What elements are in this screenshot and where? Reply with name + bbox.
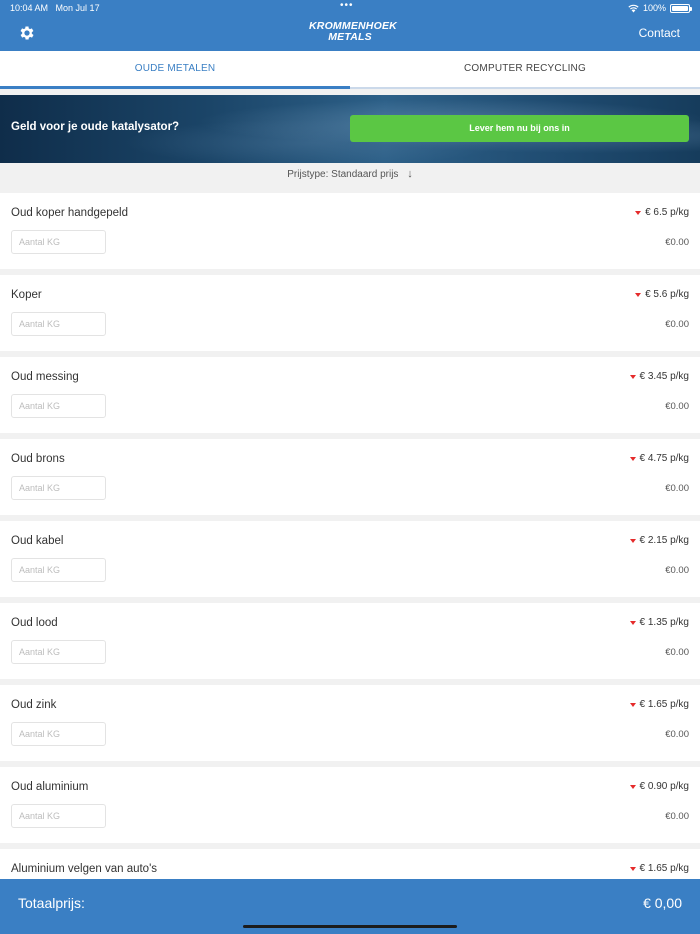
deliver-catalyst-button[interactable]: Lever hem nu bij ons in bbox=[350, 115, 689, 142]
weight-kg-input[interactable] bbox=[11, 722, 106, 746]
status-right: 100% bbox=[628, 3, 692, 13]
tab-computer-recycling[interactable]: COMPUTER RECYCLING bbox=[350, 51, 700, 89]
price-down-icon bbox=[629, 374, 636, 379]
catalyst-banner: Geld voor je oude katalysator? Lever hem… bbox=[0, 95, 700, 163]
item-price-value: € 0.90 p/kg bbox=[639, 781, 689, 792]
arrow-down-icon: ↓ bbox=[407, 168, 413, 180]
price-down-icon bbox=[629, 538, 636, 543]
weight-kg-input[interactable] bbox=[11, 804, 106, 828]
item-price: € 4.75 p/kg bbox=[629, 453, 689, 464]
battery-icon bbox=[670, 3, 692, 13]
list-item: Oud lood € 1.35 p/kg €0.00 bbox=[0, 603, 700, 679]
item-price: € 1.65 p/kg bbox=[629, 863, 689, 874]
price-down-icon bbox=[635, 210, 642, 215]
item-price: € 2.15 p/kg bbox=[629, 535, 689, 546]
item-total: €0.00 bbox=[665, 811, 689, 822]
item-price: € 5.6 p/kg bbox=[635, 289, 689, 300]
list-item: Oud brons € 4.75 p/kg €0.00 bbox=[0, 439, 700, 515]
item-price-value: € 5.6 p/kg bbox=[645, 289, 689, 300]
item-name: Koper bbox=[11, 289, 42, 301]
segment-tabs: OUDE METALEN COMPUTER RECYCLING bbox=[0, 51, 700, 89]
contact-button[interactable]: Contact bbox=[639, 26, 680, 40]
brand-logo: KROMMENHOEK METALS bbox=[309, 20, 397, 45]
item-name: Aluminium velgen van auto's bbox=[11, 863, 158, 875]
item-name: Oud aluminium bbox=[11, 781, 89, 793]
item-price: € 1.65 p/kg bbox=[629, 699, 689, 710]
total-value: € 0,00 bbox=[643, 895, 682, 911]
item-price: € 3.45 p/kg bbox=[629, 371, 689, 382]
item-name: Oud kabel bbox=[11, 535, 64, 547]
item-price: € 1.35 p/kg bbox=[629, 617, 689, 628]
multitask-dots[interactable]: ••• bbox=[340, 0, 354, 11]
status-time: 10:04 AM Mon Jul 17 bbox=[10, 3, 100, 13]
total-label: Totaalprijs: bbox=[18, 895, 85, 911]
price-type-selector[interactable]: Prijstype: Standaard prijs ↓ bbox=[0, 168, 700, 188]
weight-kg-input[interactable] bbox=[11, 230, 106, 254]
item-price-value: € 6.5 p/kg bbox=[645, 207, 689, 218]
item-price-value: € 3.45 p/kg bbox=[639, 371, 689, 382]
price-down-icon bbox=[629, 620, 636, 625]
gear-icon[interactable] bbox=[18, 24, 36, 42]
price-down-icon bbox=[629, 702, 636, 707]
item-price: € 6.5 p/kg bbox=[635, 207, 689, 218]
app-header: KROMMENHOEK METALS Contact bbox=[0, 16, 700, 51]
weight-kg-input[interactable] bbox=[11, 476, 106, 500]
weight-kg-input[interactable] bbox=[11, 312, 106, 336]
list-item: Oud zink € 1.65 p/kg €0.00 bbox=[0, 685, 700, 761]
list-item: Oud aluminium € 0.90 p/kg €0.00 bbox=[0, 767, 700, 843]
item-price-value: € 1.65 p/kg bbox=[639, 863, 689, 874]
tab-oude-metalen[interactable]: OUDE METALEN bbox=[0, 51, 350, 89]
banner-text: Geld voor je oude katalysator? bbox=[11, 121, 180, 133]
price-down-icon bbox=[635, 292, 642, 297]
item-total: €0.00 bbox=[665, 319, 689, 330]
price-down-icon bbox=[629, 866, 636, 871]
list-item: Koper € 5.6 p/kg €0.00 bbox=[0, 275, 700, 351]
logo-line-2: METALS bbox=[328, 30, 372, 43]
item-name: Oud zink bbox=[11, 699, 57, 711]
item-total: €0.00 bbox=[665, 237, 689, 248]
item-total: €0.00 bbox=[665, 401, 689, 412]
logo-line-1: KROMMENHOEK bbox=[309, 20, 397, 32]
item-name: Oud koper handgepeld bbox=[11, 207, 129, 219]
item-total: €0.00 bbox=[665, 565, 689, 576]
weight-kg-input[interactable] bbox=[11, 394, 106, 418]
item-total: €0.00 bbox=[665, 483, 689, 494]
weight-kg-input[interactable] bbox=[11, 640, 106, 664]
price-down-icon bbox=[629, 456, 636, 461]
item-price-value: € 2.15 p/kg bbox=[639, 535, 689, 546]
item-total: €0.00 bbox=[665, 647, 689, 658]
metal-list: Oud koper handgepeld€ 6.5 p/kg€0.00Koper… bbox=[0, 193, 700, 931]
list-item: Oud messing € 3.45 p/kg €0.00 bbox=[0, 357, 700, 433]
item-price-value: € 1.65 p/kg bbox=[639, 699, 689, 710]
list-item: Oud kabel € 2.15 p/kg €0.00 bbox=[0, 521, 700, 597]
item-total: €0.00 bbox=[665, 729, 689, 740]
home-indicator[interactable] bbox=[243, 925, 457, 928]
price-down-icon bbox=[629, 784, 636, 789]
price-type-label: Prijstype: Standaard prijs bbox=[287, 169, 399, 180]
weight-kg-input[interactable] bbox=[11, 558, 106, 582]
list-item: Oud koper handgepeld € 6.5 p/kg €0.00 bbox=[0, 193, 700, 269]
item-price: € 0.90 p/kg bbox=[629, 781, 689, 792]
item-name: Oud lood bbox=[11, 617, 58, 629]
status-bar: 10:04 AM Mon Jul 17 ••• 100% bbox=[0, 0, 700, 16]
battery-percent: 100% bbox=[642, 3, 666, 13]
total-bar: Totaalprijs: € 0,00 bbox=[0, 879, 700, 934]
wifi-icon bbox=[628, 4, 639, 12]
item-price-value: € 1.35 p/kg bbox=[639, 617, 689, 628]
item-name: Oud messing bbox=[11, 371, 79, 383]
item-price-value: € 4.75 p/kg bbox=[639, 453, 689, 464]
item-name: Oud brons bbox=[11, 453, 65, 465]
